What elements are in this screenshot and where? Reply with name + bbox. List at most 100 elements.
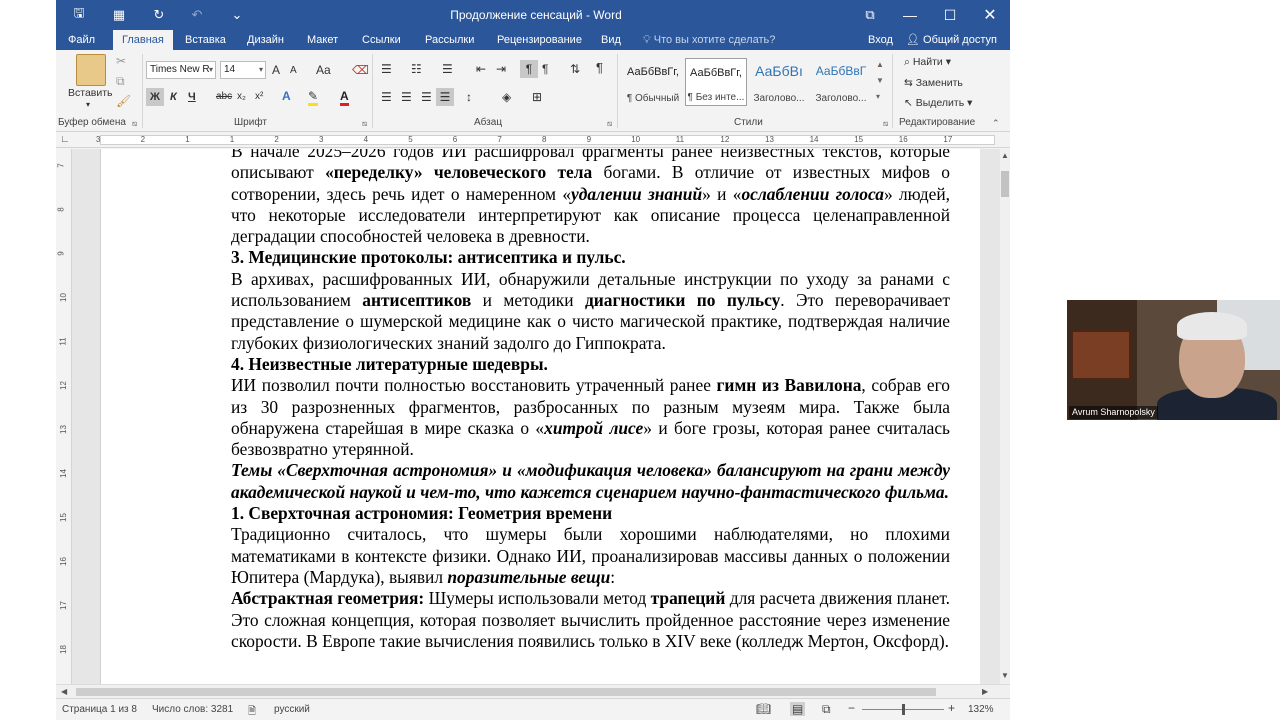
shrink-font-button[interactable]: A bbox=[290, 64, 297, 78]
style-heading-1[interactable]: АаБбВı Заголово... bbox=[748, 58, 810, 106]
tab-review[interactable]: Рецензирование bbox=[489, 30, 590, 50]
font-color-icon[interactable]: A bbox=[340, 89, 349, 106]
align-left-icon[interactable]: ☰ bbox=[381, 90, 392, 104]
ribbon-display-options-icon[interactable]: ⧉ bbox=[850, 0, 890, 30]
document-page[interactable]: В начале 2025–2026 годов ИИ расшифровал … bbox=[100, 149, 980, 684]
find-button[interactable]: ⌕ Найти ▾ bbox=[904, 56, 951, 69]
scroll-thumb[interactable] bbox=[1001, 171, 1009, 197]
styles-scroll-down-icon[interactable]: ▼ bbox=[876, 74, 884, 88]
minimize-button[interactable]: — bbox=[890, 0, 930, 30]
line-spacing-icon[interactable]: ↕ bbox=[466, 90, 472, 104]
tab-mailings[interactable]: Рассылки bbox=[417, 30, 482, 50]
styles-scroll-up-icon[interactable]: ▲ bbox=[876, 58, 884, 72]
tab-references[interactable]: Ссылки bbox=[354, 30, 409, 50]
borders-icon[interactable]: ⊞ bbox=[532, 90, 542, 104]
scroll-down-icon[interactable]: ▼ bbox=[1001, 671, 1009, 680]
styles-launcher-icon[interactable]: ⧅ bbox=[883, 119, 888, 129]
style-preview: АаБбВвГг, bbox=[627, 66, 679, 78]
zoom-level[interactable]: 132% bbox=[968, 704, 994, 715]
select-button[interactable]: ↖ Выделить ▾ bbox=[904, 97, 972, 109]
maximize-button[interactable]: ☐ bbox=[930, 0, 970, 30]
style-normal[interactable]: АаБбВвГг, ¶ Обычный bbox=[622, 58, 684, 106]
close-button[interactable]: ✕ bbox=[970, 0, 1010, 30]
zoom-in-button[interactable]: + bbox=[948, 701, 955, 715]
highlight-icon[interactable]: ✎ bbox=[308, 89, 319, 106]
touch-mode-icon[interactable]: ▦ bbox=[108, 6, 130, 24]
read-mode-icon[interactable]: 📖︎ bbox=[756, 702, 771, 716]
paste-dropdown-icon[interactable]: ▾ bbox=[86, 98, 90, 112]
numbering-icon[interactable]: ☷ bbox=[411, 62, 422, 76]
print-layout-icon[interactable]: ▤ bbox=[790, 702, 806, 716]
language[interactable]: русский bbox=[274, 704, 310, 715]
tab-file[interactable]: Файл bbox=[60, 30, 103, 50]
web-layout-icon[interactable]: ⧉ bbox=[822, 702, 831, 717]
vertical-scrollbar[interactable]: ▲ ▼ bbox=[1000, 149, 1010, 684]
font-launcher-icon[interactable]: ⧅ bbox=[362, 119, 367, 129]
sort-icon[interactable]: ⇅ bbox=[570, 62, 580, 76]
tab-selector-icon[interactable]: ∟ bbox=[60, 133, 70, 147]
superscript-button[interactable]: x² bbox=[255, 90, 263, 104]
sign-in-link[interactable]: Вход bbox=[868, 30, 893, 50]
styles-more-icon[interactable]: ▾ bbox=[876, 90, 880, 104]
paste-icon[interactable] bbox=[76, 54, 106, 86]
bold-button[interactable]: Ж bbox=[146, 88, 164, 106]
scroll-right-icon[interactable]: ▶ bbox=[982, 687, 988, 696]
format-painter-icon[interactable]: 🖌︎ bbox=[116, 94, 131, 108]
redo-icon[interactable]: ↻ bbox=[148, 6, 170, 24]
undo-icon[interactable]: ↶ bbox=[186, 6, 208, 24]
copy-icon[interactable]: ⧉ bbox=[116, 74, 125, 88]
tab-insert[interactable]: Вставка bbox=[177, 30, 234, 50]
text-effects-icon[interactable]: A bbox=[282, 89, 291, 103]
zoom-out-button[interactable]: − bbox=[848, 701, 855, 715]
scroll-up-icon[interactable]: ▲ bbox=[1001, 151, 1009, 160]
style-heading-2[interactable]: АаБбВвГ Заголово... bbox=[810, 58, 872, 106]
ruler-tick-label: 2 bbox=[274, 135, 279, 144]
cut-icon[interactable]: ✂ bbox=[116, 54, 126, 68]
group-separator bbox=[142, 54, 143, 128]
tab-design[interactable]: Дизайн bbox=[239, 30, 292, 50]
document-text[interactable]: В начале 2025–2026 годов ИИ расшифровал … bbox=[231, 149, 950, 652]
clipboard-launcher-icon[interactable]: ⧅ bbox=[132, 119, 137, 129]
show-marks-icon[interactable]: ¶ bbox=[596, 61, 603, 75]
align-right-icon[interactable]: ☰ bbox=[421, 90, 432, 104]
strikethrough-button[interactable]: abc bbox=[216, 90, 232, 104]
subscript-button[interactable]: x₂ bbox=[237, 90, 246, 104]
rtl-direction-icon[interactable]: ¶ bbox=[542, 62, 548, 76]
shading-icon[interactable]: ◈ bbox=[502, 90, 511, 104]
align-center-icon[interactable]: ☰ bbox=[401, 90, 412, 104]
font-group-label: Шрифт bbox=[234, 117, 267, 128]
proofing-icon[interactable]: 🗎︎ bbox=[248, 704, 256, 720]
replace-button[interactable]: ⇆ Заменить bbox=[904, 77, 963, 89]
underline-button[interactable]: Ч bbox=[188, 90, 196, 104]
tab-home[interactable]: Главная bbox=[113, 30, 173, 50]
paste-button[interactable]: Вставить bbox=[68, 86, 113, 100]
multilevel-list-icon[interactable]: ☰ bbox=[442, 62, 453, 76]
save-icon[interactable]: 🖫 bbox=[68, 5, 90, 24]
scroll-left-icon[interactable]: ◀ bbox=[61, 687, 67, 696]
font-size-box[interactable]: 14 ▾ bbox=[220, 61, 266, 79]
vertical-ruler-tick-label: 12 bbox=[58, 381, 68, 390]
font-name-box[interactable]: Times New R ▾ bbox=[146, 61, 216, 79]
increase-indent-icon[interactable]: ⇥ bbox=[496, 62, 506, 76]
decrease-indent-icon[interactable]: ⇤ bbox=[476, 62, 486, 76]
style-no-spacing[interactable]: АаБбВвГг, ¶ Без инте... bbox=[685, 58, 747, 106]
collapse-ribbon-icon[interactable]: ⌃ bbox=[992, 116, 1000, 130]
word-count[interactable]: Число слов: 3281 bbox=[152, 704, 233, 715]
paragraph-launcher-icon[interactable]: ⧅ bbox=[607, 119, 612, 129]
tell-me-search[interactable]: 💡︎ Что вы хотите сделать? bbox=[643, 30, 775, 50]
horizontal-scrollbar[interactable]: ◀ ▶ bbox=[56, 684, 1010, 698]
share-button[interactable]: 👤︎ Общий доступ bbox=[906, 30, 997, 50]
italic-button[interactable]: К bbox=[170, 90, 177, 104]
scroll-thumb[interactable] bbox=[76, 688, 936, 696]
tab-view[interactable]: Вид bbox=[593, 30, 629, 50]
grow-font-button[interactable]: A bbox=[272, 63, 280, 77]
bullets-icon[interactable]: ☰ bbox=[381, 62, 392, 76]
clear-formatting-icon[interactable]: ⌫ bbox=[352, 63, 369, 77]
change-case-button[interactable]: Aa bbox=[316, 63, 331, 77]
tab-layout[interactable]: Макет bbox=[299, 30, 346, 50]
ltr-direction-icon[interactable]: ¶ bbox=[520, 60, 538, 78]
customize-qat-icon[interactable]: ⌄ bbox=[226, 6, 248, 24]
page-count[interactable]: Страница 1 из 8 bbox=[62, 704, 137, 715]
zoom-slider-handle[interactable] bbox=[902, 704, 905, 715]
justify-icon[interactable]: ☰ bbox=[436, 88, 454, 106]
